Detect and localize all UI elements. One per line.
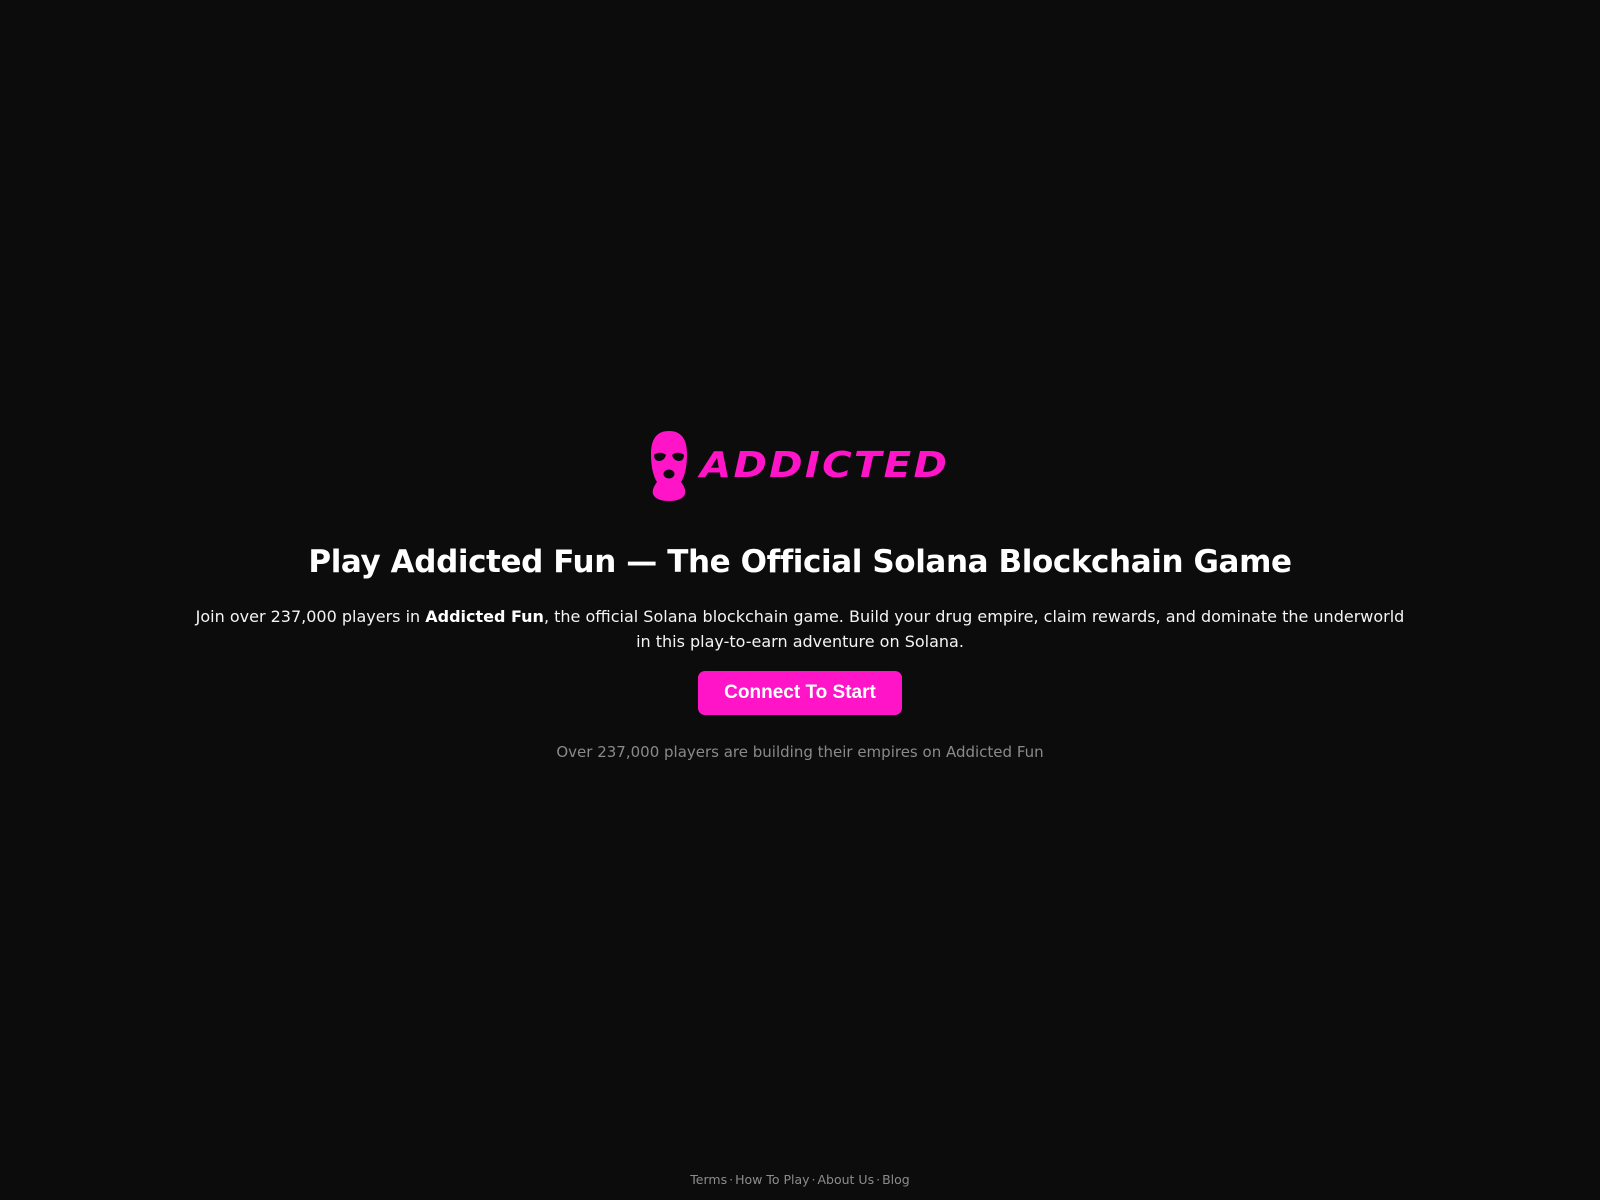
balaclava-mask-icon <box>650 431 687 501</box>
footer-separator: · <box>811 1172 816 1187</box>
footer-link-how-to-play[interactable]: How To Play <box>735 1172 809 1187</box>
landing-page: ADDICTED Play Addicted Fun — The Officia… <box>0 0 1600 1200</box>
brand-wordmark: ADDICTED <box>699 445 949 486</box>
connect-to-start-button[interactable]: Connect To Start <box>698 671 902 715</box>
description-intro: Join over 237,000 players in <box>195 607 426 626</box>
hero-description: Join over 237,000 players in Addicted Fu… <box>190 604 1410 654</box>
description-game-name: Addicted Fun <box>425 607 544 626</box>
footer-link-terms[interactable]: Terms <box>690 1172 727 1187</box>
hero-section: ADDICTED Play Addicted Fun — The Officia… <box>0 428 1600 761</box>
description-rest: , the official Solana blockchain game. B… <box>543 607 1405 651</box>
player-count-note: Over 237,000 players are building their … <box>556 743 1044 761</box>
brand-logo: ADDICTED <box>648 428 952 504</box>
footer-separator: · <box>729 1172 734 1187</box>
footer-link-blog[interactable]: Blog <box>882 1172 910 1187</box>
footer-links: Terms · How To Play · About Us · Blog <box>0 1172 1600 1187</box>
footer-separator: · <box>876 1172 881 1187</box>
page-title: Play Addicted Fun — The Official Solana … <box>308 544 1292 580</box>
footer-link-about-us[interactable]: About Us <box>818 1172 875 1187</box>
